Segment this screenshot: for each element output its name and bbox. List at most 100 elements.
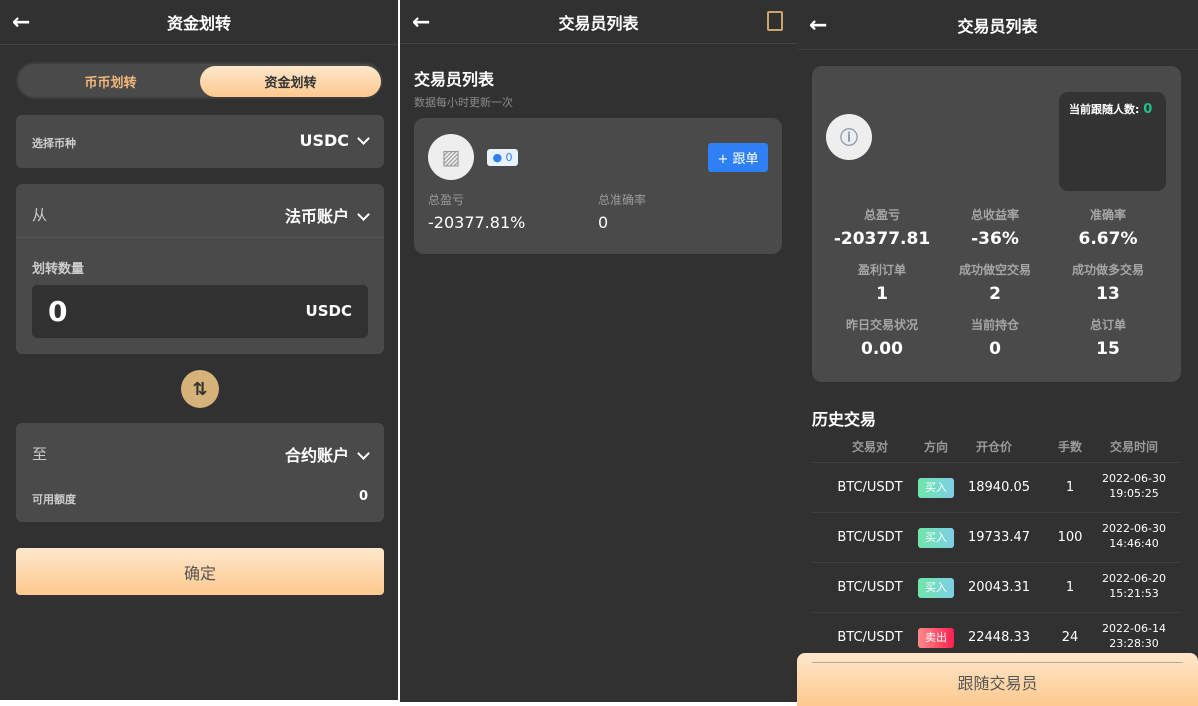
header: ← 交易员列表 <box>797 0 1198 50</box>
to-account-select[interactable]: 合约账户 <box>284 442 370 466</box>
stat-label: 总订单 <box>1089 318 1126 332</box>
column-header: 手数 <box>1057 440 1082 454</box>
amount-input[interactable]: 0 USDC <box>32 285 368 338</box>
available-label: 可用额度 <box>32 493 76 506</box>
stat-value: 6.67% <box>1078 229 1138 249</box>
stat-item: 成功做多交易 13 <box>1048 261 1168 304</box>
follow-trader-button[interactable]: 跟随交易员 <box>797 653 1198 706</box>
follower-badge: ● 0 <box>487 149 518 166</box>
stat-value: 0 <box>989 339 1001 359</box>
follow-button[interactable]: + 跟单 <box>708 143 768 172</box>
stat-value: 0.00 <box>861 339 903 359</box>
avatar-placeholder-icon: ▨ <box>428 134 474 180</box>
available-value: 0 <box>358 489 368 504</box>
column-header: 开仓价 <box>975 440 1012 454</box>
accuracy-label: 总准确率 <box>598 193 647 207</box>
open-price: 18940.05 <box>967 480 1031 495</box>
stat-item: 准确率 6.67% <box>1048 206 1168 249</box>
trade-date: 2022-06-30 <box>1102 522 1166 535</box>
direction-tag: 买入 <box>918 478 954 498</box>
stat-label: 成功做空交易 <box>958 263 1031 277</box>
direction-tag: 买入 <box>918 528 954 548</box>
stat-label: 盈利订单 <box>857 263 906 277</box>
trade-time: 15:21:53 <box>1109 587 1159 600</box>
to-account: 合约账户 <box>284 446 349 465</box>
follow-trader-label: 跟随交易员 <box>957 673 1038 693</box>
history-heading: 历史交易 <box>812 410 877 429</box>
pnl-label: 总盈亏 <box>428 193 465 207</box>
table-row[interactable]: BTC/USDT 买入 18940.05 1 2022-06-30 19:05:… <box>812 462 1180 512</box>
pair: BTC/USDT <box>837 480 903 495</box>
stat-value: 1 <box>876 284 888 304</box>
accuracy-value: 0 <box>598 213 609 232</box>
order-history-icon[interactable] <box>767 11 783 31</box>
stat-value: -36% <box>971 229 1019 249</box>
to-card: 至 合约账户 可用额度 0 <box>16 423 384 522</box>
open-price: 22448.33 <box>967 630 1031 645</box>
quantity: 100 <box>1057 530 1083 545</box>
amount-value: 0 <box>48 295 68 328</box>
header: ← 资金划转 <box>0 0 398 45</box>
stat-label: 昨日交易状况 <box>845 318 918 332</box>
back-arrow-icon[interactable]: ← <box>412 10 430 35</box>
transfer-screen: ← 资金划转 币币划转 资金划转 选择币种 USDC 从 法币账户 划转数量 0… <box>0 0 398 700</box>
page-title: 资金划转 <box>166 14 231 33</box>
from-label: 从 <box>32 206 48 224</box>
stat-value: 15 <box>1096 339 1120 359</box>
coin-value: USDC <box>299 131 349 150</box>
stat-value: -20377.81 <box>833 229 931 249</box>
column-header: 交易时间 <box>1109 440 1158 454</box>
amount-unit: USDC <box>305 302 352 320</box>
stat-item: 总收益率 -36% <box>935 206 1055 249</box>
stat-label: 准确率 <box>1089 208 1126 222</box>
page-title: 交易员列表 <box>558 13 639 33</box>
stat-label: 当前持仓 <box>970 318 1019 332</box>
column-header: 交易对 <box>851 440 888 454</box>
open-price: 19733.47 <box>967 530 1031 545</box>
stat-item: 昨日交易状况 0.00 <box>822 316 942 359</box>
coin-label: 选择币种 <box>32 137 76 150</box>
swap-icon[interactable]: ⇅ <box>181 370 219 408</box>
table-row[interactable]: BTC/USDT 买入 19733.47 100 2022-06-30 14:4… <box>812 512 1180 562</box>
pair: BTC/USDT <box>837 580 903 595</box>
tab-fund-transfer[interactable]: 资金划转 <box>200 66 381 97</box>
follower-count: 0 <box>505 151 513 164</box>
coin-selector[interactable]: 选择币种 USDC <box>16 115 384 168</box>
trade-time: 23:28:30 <box>1109 637 1159 650</box>
transfer-type-tabs: 币币划转 资金划转 <box>16 62 383 99</box>
quantity: 1 <box>1065 580 1075 595</box>
from-account-select[interactable]: 法币账户 <box>284 203 370 227</box>
followers-box: 当前跟随人数: 0 <box>1059 92 1166 191</box>
header: ← 交易员列表 <box>400 0 797 44</box>
page-title: 交易员列表 <box>957 16 1038 36</box>
stat-label: 成功做多交易 <box>1071 263 1144 277</box>
section-subtitle: 数据每小时更新一次 <box>414 96 513 109</box>
pair: BTC/USDT <box>837 630 903 645</box>
stat-item: 总盈亏 -20377.81 <box>822 206 942 249</box>
followers-label: 当前跟随人数: <box>1069 103 1140 116</box>
tab-coin-transfer[interactable]: 币币划转 <box>20 66 201 97</box>
trader-list-screen: ← 交易员列表 交易员列表 数据每小时更新一次 ▨ ● 0 + 跟单 总盈亏 -… <box>400 0 797 702</box>
section-heading: 交易员列表 <box>414 70 495 89</box>
confirm-button[interactable]: 确定 <box>16 548 384 595</box>
stat-item: 盈利订单 1 <box>822 261 942 304</box>
chevron-down-icon <box>357 208 370 221</box>
avatar-error-icon: ⓘ <box>826 114 872 160</box>
to-label: 至 <box>32 445 48 463</box>
trade-date: 2022-06-20 <box>1102 572 1166 585</box>
trade-date: 2022-06-30 <box>1102 472 1166 485</box>
trade-time: 14:46:40 <box>1109 537 1159 550</box>
trader-detail-screen: ← 交易员列表 ⓘ 当前跟随人数: 0 总盈亏 -20377.81 总收益率 -36%… <box>797 0 1198 706</box>
trader-card[interactable]: ▨ ● 0 + 跟单 总盈亏 -20377.81% 总准确率 0 <box>414 118 782 254</box>
from-account: 法币账户 <box>284 207 349 226</box>
open-price: 20043.31 <box>967 580 1031 595</box>
stat-value: 13 <box>1096 284 1120 304</box>
table-row[interactable]: BTC/USDT 买入 20043.31 1 2022-06-20 15:21:… <box>812 562 1180 612</box>
pnl-value: -20377.81% <box>428 213 526 232</box>
followers-count: 0 <box>1143 102 1153 117</box>
trade-date: 2022-06-14 <box>1102 622 1166 635</box>
back-arrow-icon[interactable]: ← <box>809 13 827 38</box>
back-arrow-icon[interactable]: ← <box>12 10 30 35</box>
stat-item: 当前持仓 0 <box>935 316 1055 359</box>
quantity: 1 <box>1065 480 1075 495</box>
